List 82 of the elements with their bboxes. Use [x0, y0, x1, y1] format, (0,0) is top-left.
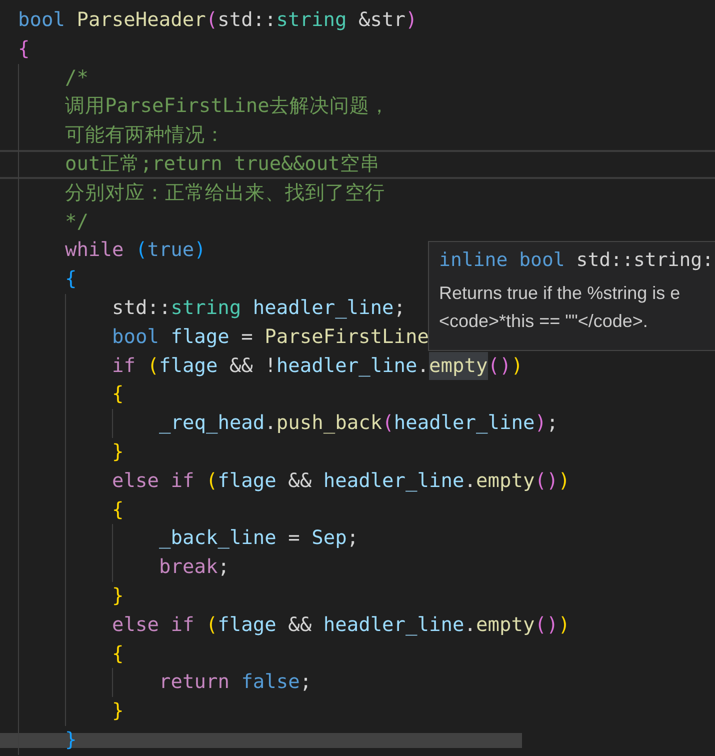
variable-name: _req_head	[159, 410, 265, 436]
keyword: bool	[112, 324, 160, 350]
code-comment: out正常;return true&&out空串	[65, 150, 380, 177]
variable-name: headler_line	[323, 468, 464, 494]
type-name: string	[170, 294, 242, 321]
code-text: ;	[300, 669, 312, 696]
variable-name: flage	[170, 324, 230, 350]
bracket: (	[206, 7, 218, 33]
code-comment: 可能有两种情况：	[65, 122, 225, 148]
bracket: (	[206, 612, 218, 638]
code-comment: /*	[65, 64, 88, 91]
bracket: )	[511, 352, 523, 379]
function-name: empty	[476, 612, 535, 638]
bracket: {	[112, 640, 124, 667]
code-text: &str	[358, 7, 406, 33]
bracket: )	[558, 612, 570, 638]
keyword: inline bool	[439, 248, 566, 273]
code-text: .	[464, 612, 476, 638]
code-text: &&	[288, 612, 313, 638]
keyword: false	[241, 669, 300, 696]
bracket: {	[65, 266, 77, 292]
bracket: (	[147, 352, 159, 379]
control-keyword: if	[112, 352, 136, 379]
function-name: ParseFirstLine	[264, 324, 430, 350]
bracket: {	[18, 36, 30, 62]
keyword: bool	[18, 7, 66, 33]
control-keyword: while	[65, 237, 125, 264]
code-text: std::string:	[576, 248, 714, 273]
bracket: ()	[534, 612, 558, 638]
tooltip-text: Returns true if the %string is e	[439, 282, 680, 305]
bracket: {	[112, 381, 124, 408]
variable-name: flage	[218, 468, 278, 494]
type-name: string	[276, 7, 348, 33]
control-keyword: break	[159, 554, 218, 580]
code-text: &&	[288, 468, 313, 494]
bracket: )	[194, 237, 206, 264]
variable-name: headler_line	[323, 612, 464, 638]
code-text: .	[264, 410, 276, 436]
bracket: }	[112, 582, 124, 609]
code-comment: 分别对应：正常给出来、找到了空行	[65, 180, 385, 206]
variable-name: Sep	[312, 525, 347, 552]
bracket: (	[206, 468, 218, 494]
code-text: std::	[112, 294, 171, 321]
bracket: }	[112, 698, 124, 724]
control-keyword: else if	[112, 612, 196, 638]
code-comment: 调用ParseFirstLine去解决问题，	[65, 93, 390, 120]
hovered-function-name: empty	[429, 352, 488, 380]
function-name: ParseHeader	[76, 7, 206, 33]
variable-name: _back_line	[159, 525, 278, 552]
code-text: std::	[218, 7, 276, 33]
code-text: ;	[546, 410, 558, 436]
code-text: =	[241, 324, 254, 350]
bracket: (	[382, 410, 394, 436]
variable-name: headler_line	[394, 410, 535, 436]
variable-name: flage	[218, 612, 278, 638]
code-text: .	[464, 468, 476, 494]
function-name: empty	[476, 468, 535, 494]
function-name: push_back	[276, 410, 382, 436]
bracket: )	[405, 7, 418, 33]
bracket: )	[534, 410, 546, 436]
bracket: (	[135, 237, 148, 264]
bracket: )	[558, 468, 570, 494]
code-comment: */	[65, 208, 88, 235]
bracket: }	[65, 726, 77, 753]
keyword: true	[147, 237, 194, 264]
tooltip-text: <code>*this == ""</code>.	[439, 310, 648, 333]
bracket: {	[112, 496, 124, 523]
code-text: && !	[229, 352, 276, 379]
horizontal-scrollbar[interactable]	[0, 733, 522, 748]
code-text: ;	[394, 294, 406, 321]
control-keyword: return	[159, 669, 230, 696]
code-text: ;	[218, 554, 230, 580]
bracket: ()	[488, 352, 512, 379]
variable-name: headler_line	[252, 294, 394, 321]
code-text: =	[288, 525, 301, 552]
variable-name: flage	[158, 352, 219, 379]
code-text: ;	[346, 525, 359, 552]
control-keyword: else if	[112, 468, 196, 494]
bracket: ()	[534, 468, 558, 494]
bracket: }	[112, 438, 124, 465]
code-text: .	[417, 352, 430, 379]
variable-name: headler_line	[276, 352, 418, 379]
